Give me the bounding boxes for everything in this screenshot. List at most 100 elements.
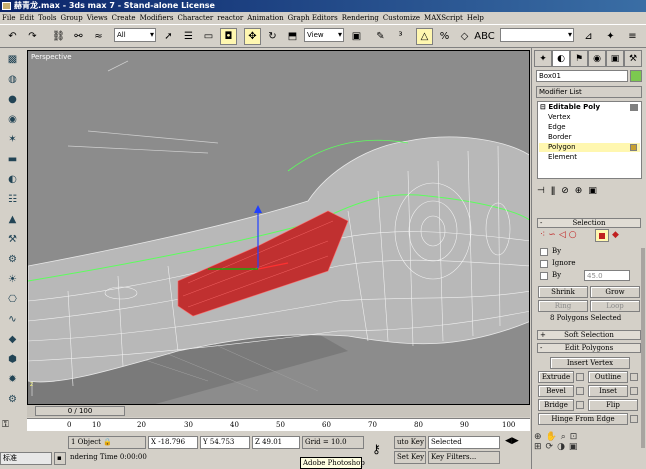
ignore-backfacing-checkbox[interactable] xyxy=(540,260,548,268)
align-icon[interactable]: ✦ xyxy=(602,28,619,45)
percent-snap-icon[interactable]: % xyxy=(436,28,453,45)
systems-icon[interactable]: ⚙ xyxy=(4,392,21,407)
selection-filter-dropdown[interactable]: All xyxy=(114,28,156,42)
display-tab-icon[interactable]: ▣ xyxy=(606,50,624,67)
select-link-icon[interactable]: ⛓ xyxy=(50,28,67,45)
tube-icon[interactable]: ☷ xyxy=(4,192,21,207)
time-slider[interactable]: 0 / 100 xyxy=(35,406,125,416)
scale-icon[interactable]: ⬒ xyxy=(284,28,301,45)
wrench-icon[interactable]: ⚒ xyxy=(4,232,21,247)
particle-icon[interactable]: ✹ xyxy=(4,372,21,387)
hinge-from-edge-button[interactable]: Hinge From Edge xyxy=(538,413,628,425)
grow-button[interactable]: Grow xyxy=(590,286,640,298)
key-mode-icon[interactable]: ⚿ xyxy=(2,420,24,430)
bind-space-warp-icon[interactable]: ≈ xyxy=(90,28,107,45)
shrink-button[interactable]: Shrink xyxy=(538,286,588,298)
x-coordinate[interactable]: X -18.796 xyxy=(148,436,198,449)
hinge-settings-icon[interactable] xyxy=(630,415,638,423)
object-color-swatch[interactable] xyxy=(630,70,642,82)
ime-toggle-icon[interactable]: ▪ xyxy=(54,452,66,465)
menu-maxscript[interactable]: MAXScript xyxy=(422,14,465,22)
extrude-settings-icon[interactable] xyxy=(576,373,584,381)
stack-root[interactable]: ⊟ Editable Poly xyxy=(540,103,600,111)
bridge-settings-icon[interactable] xyxy=(576,401,584,409)
soft-selection-header[interactable]: + Soft Selection xyxy=(537,330,641,340)
light-icon[interactable]: ☀ xyxy=(4,272,21,287)
edit-named-selection-icon[interactable]: ABC xyxy=(474,28,495,45)
create-tab-icon[interactable]: ✦ xyxy=(534,50,552,67)
redo-icon[interactable]: ↷ xyxy=(24,28,41,45)
menu-create[interactable]: Create xyxy=(110,14,138,22)
track-bar[interactable]: 0 10 20 30 40 50 60 70 80 90 100 xyxy=(27,418,530,431)
gear-icon[interactable]: ⚙ xyxy=(4,252,21,267)
menu-animation[interactable]: Animation xyxy=(245,14,285,22)
insert-vertex-button[interactable]: Insert Vertex xyxy=(550,357,630,369)
perspective-viewport[interactable]: z Perspective xyxy=(27,50,530,405)
time-slider-bar[interactable]: 0 / 100 xyxy=(27,405,530,417)
ring-button[interactable]: Ring xyxy=(538,300,588,312)
undo-icon[interactable]: ↶ xyxy=(4,28,21,45)
set-key-button[interactable]: Set Key xyxy=(394,451,426,464)
key-filters-button[interactable]: Key Filters... xyxy=(428,451,500,464)
play-controls-icon[interactable]: ◀▶ xyxy=(505,436,531,449)
menu-tools[interactable]: Tools xyxy=(36,14,58,22)
stack-item-edge[interactable]: Edge xyxy=(548,123,566,131)
menu-group[interactable]: Group xyxy=(59,14,85,22)
menu-file[interactable]: File xyxy=(0,14,17,22)
hierarchy-tab-icon[interactable]: ⚑ xyxy=(570,50,588,67)
move-icon[interactable]: ✥ xyxy=(244,28,261,45)
geosphere-icon[interactable]: ◉ xyxy=(4,112,21,127)
viewport-nav-icons[interactable]: ⊕✋⌕⊡ ⊞⟳◑▣ xyxy=(534,432,644,466)
outline-button[interactable]: Outline xyxy=(588,371,628,383)
loop-button[interactable]: Loop xyxy=(590,300,640,312)
stack-item-border[interactable]: Border xyxy=(548,133,571,141)
shape-icon[interactable]: ◆ xyxy=(4,332,21,347)
rotate-icon[interactable]: ↻ xyxy=(264,28,281,45)
bevel-button[interactable]: Bevel xyxy=(538,385,574,397)
by-vertex-checkbox[interactable] xyxy=(540,248,548,256)
inset-button[interactable]: Inset xyxy=(588,385,628,397)
subobject-icons[interactable]: ⁖∽◁○ xyxy=(540,230,580,240)
bridge-button[interactable]: Bridge xyxy=(538,399,574,411)
cylinder-icon[interactable]: ◍ xyxy=(4,72,21,87)
modifier-list-dropdown[interactable]: Modifier List xyxy=(536,86,642,98)
stack-item-vertex[interactable]: Vertex xyxy=(548,113,571,121)
window-crossing-icon[interactable]: ◘ xyxy=(220,28,237,45)
helix-icon[interactable]: ✶ xyxy=(4,132,21,147)
by-angle-checkbox[interactable] xyxy=(540,272,548,280)
spinner-snap-icon[interactable]: ◇ xyxy=(456,28,473,45)
stack-item-polygon[interactable]: Polygon xyxy=(548,143,576,151)
inset-settings-icon[interactable] xyxy=(630,387,638,395)
rect-selection-icon[interactable]: ▭ xyxy=(200,28,217,45)
torus-icon[interactable]: ◐ xyxy=(4,172,21,187)
utilities-tab-icon[interactable]: ⚒ xyxy=(624,50,642,67)
camera-icon[interactable]: ⎔ xyxy=(4,292,21,307)
angle-field[interactable]: 45.0 xyxy=(584,270,630,281)
compound-icon[interactable]: ⬢ xyxy=(4,352,21,367)
viewport-label[interactable]: Perspective xyxy=(31,53,72,61)
select-object-icon[interactable]: ➚ xyxy=(160,28,177,45)
selection-rollout-header[interactable]: - Selection xyxy=(537,218,641,228)
polygon-mode-icon[interactable] xyxy=(595,229,609,242)
select-by-name-icon[interactable]: ☰ xyxy=(180,28,197,45)
named-selection-dropdown[interactable] xyxy=(500,28,574,42)
modify-tab-icon[interactable]: ◐ xyxy=(552,50,570,67)
bevel-settings-icon[interactable] xyxy=(576,387,584,395)
extrude-button[interactable]: Extrude xyxy=(538,371,574,383)
menu-character[interactable]: Character xyxy=(175,14,215,22)
sphere-icon[interactable]: ● xyxy=(4,92,21,107)
menu-modifiers[interactable]: Modifiers xyxy=(138,14,176,22)
snap-toggle-icon[interactable]: ³ xyxy=(392,28,409,45)
spline-icon[interactable]: ∿ xyxy=(4,312,21,327)
object-name-field[interactable]: Box01 xyxy=(536,70,628,82)
menu-edit[interactable]: Edit xyxy=(17,14,36,22)
layer-manager-icon[interactable]: ≡ xyxy=(624,28,641,45)
stack-item-element[interactable]: Element xyxy=(548,153,577,161)
ref-coord-dropdown[interactable]: View xyxy=(304,28,344,42)
flip-button[interactable]: Flip xyxy=(588,399,638,411)
motion-tab-icon[interactable]: ◉ xyxy=(588,50,606,67)
menu-customize[interactable]: Customize xyxy=(381,14,422,22)
menu-views[interactable]: Views xyxy=(85,14,110,22)
z-coordinate[interactable]: Z 49.01 xyxy=(252,436,300,449)
menu-reactor[interactable]: reactor xyxy=(215,14,245,22)
